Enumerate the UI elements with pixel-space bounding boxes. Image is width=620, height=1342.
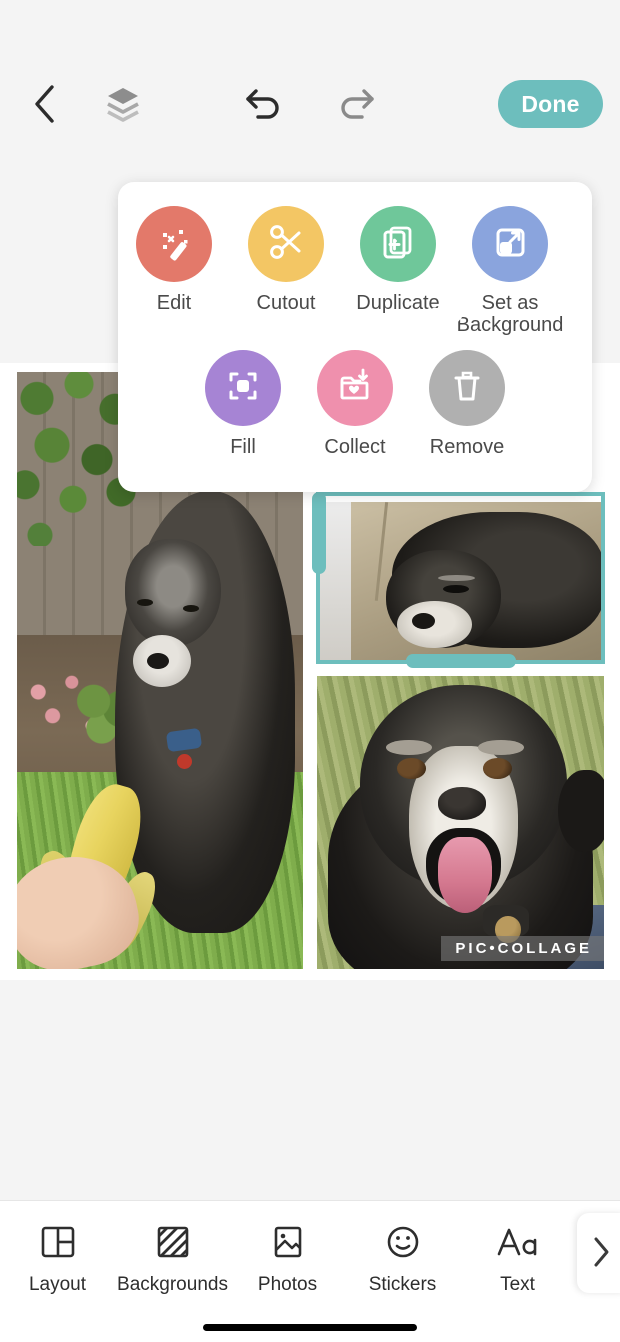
action-cutout-circle (248, 206, 324, 282)
tool-backgrounds-label: Backgrounds (117, 1274, 228, 1295)
tool-stickers-label: Stickers (368, 1274, 437, 1295)
undo-arrow-icon (244, 86, 284, 125)
action-fill[interactable]: Fill (187, 350, 299, 458)
action-set-as-background[interactable]: Set as Background (454, 206, 566, 336)
action-edit-circle (136, 206, 212, 282)
action-duplicate-label: Duplicate (356, 292, 440, 314)
tool-list: Layout Backgrounds Photos Stickers Text (0, 1217, 575, 1296)
photo-action-menu: Edit Cutout Duplicate Set as Background … (118, 182, 592, 492)
chevron-left-icon (32, 83, 58, 128)
collect-heart-icon (334, 365, 376, 412)
layers-icon (105, 85, 141, 126)
redo-arrow-icon (336, 86, 376, 125)
scissors-icon (265, 221, 307, 268)
done-button[interactable]: Done (498, 80, 603, 128)
action-remove-circle (429, 350, 505, 426)
text-aa-icon (495, 1217, 541, 1267)
action-edit[interactable]: Edit (118, 206, 230, 336)
layers-button[interactable] (98, 78, 148, 132)
bottom-toolbar: Layout Backgrounds Photos Stickers Text (0, 1200, 620, 1342)
collage-photo-dog-resting-couch[interactable] (317, 502, 604, 661)
action-row-primary: Edit Cutout Duplicate Set as Background (118, 206, 592, 336)
more-tools-button[interactable] (577, 1213, 620, 1293)
expand-arrow-icon (489, 221, 531, 268)
action-remove[interactable]: Remove (411, 350, 523, 458)
duplicate-plus-icon (377, 221, 419, 268)
action-collect-circle (317, 350, 393, 426)
smiley-face-icon (383, 1217, 423, 1267)
trash-icon (446, 365, 488, 412)
redo-button[interactable] (330, 78, 382, 132)
action-row-secondary: Fill Collect Remove (118, 350, 592, 458)
action-fill-label: Fill (230, 436, 256, 458)
pattern-swatch-icon (153, 1217, 193, 1267)
tool-layout[interactable]: Layout (0, 1217, 115, 1296)
tool-text-label: Text (500, 1274, 535, 1295)
photo-content (317, 502, 604, 661)
action-collect[interactable]: Collect (299, 350, 411, 458)
magic-wand-icon (153, 221, 195, 268)
action-collect-label: Collect (324, 436, 386, 458)
tool-backgrounds[interactable]: Backgrounds (115, 1217, 230, 1296)
back-button[interactable] (22, 78, 68, 132)
fit-to-frame-icon (222, 365, 264, 412)
action-set-as-background-label: Set as Background (456, 292, 564, 336)
undo-button[interactable] (238, 78, 290, 132)
status-bar (0, 0, 620, 62)
photo-content (317, 676, 604, 969)
action-fill-circle (205, 350, 281, 426)
action-set-as-background-circle (472, 206, 548, 282)
action-cutout-label: Cutout (256, 292, 316, 314)
action-remove-label: Remove (429, 436, 505, 458)
tool-layout-label: Layout (28, 1274, 87, 1295)
home-indicator (203, 1324, 417, 1331)
tool-photos[interactable]: Photos (230, 1217, 345, 1296)
layout-grid-icon (38, 1217, 78, 1267)
pic-collage-watermark: PIC•COLLAGE (441, 936, 604, 961)
tool-photos-label: Photos (257, 1274, 318, 1295)
popup-pointer-tail (432, 308, 470, 330)
photo-image-icon (268, 1217, 308, 1267)
tool-stickers[interactable]: Stickers (345, 1217, 460, 1296)
chevron-right-icon (590, 1234, 612, 1273)
action-cutout[interactable]: Cutout (230, 206, 342, 336)
collage-photo-dog-smiling-grass[interactable]: PIC•COLLAGE (317, 676, 604, 969)
action-edit-label: Edit (156, 292, 192, 314)
action-duplicate-circle (360, 206, 436, 282)
tool-text[interactable]: Text (460, 1217, 575, 1296)
